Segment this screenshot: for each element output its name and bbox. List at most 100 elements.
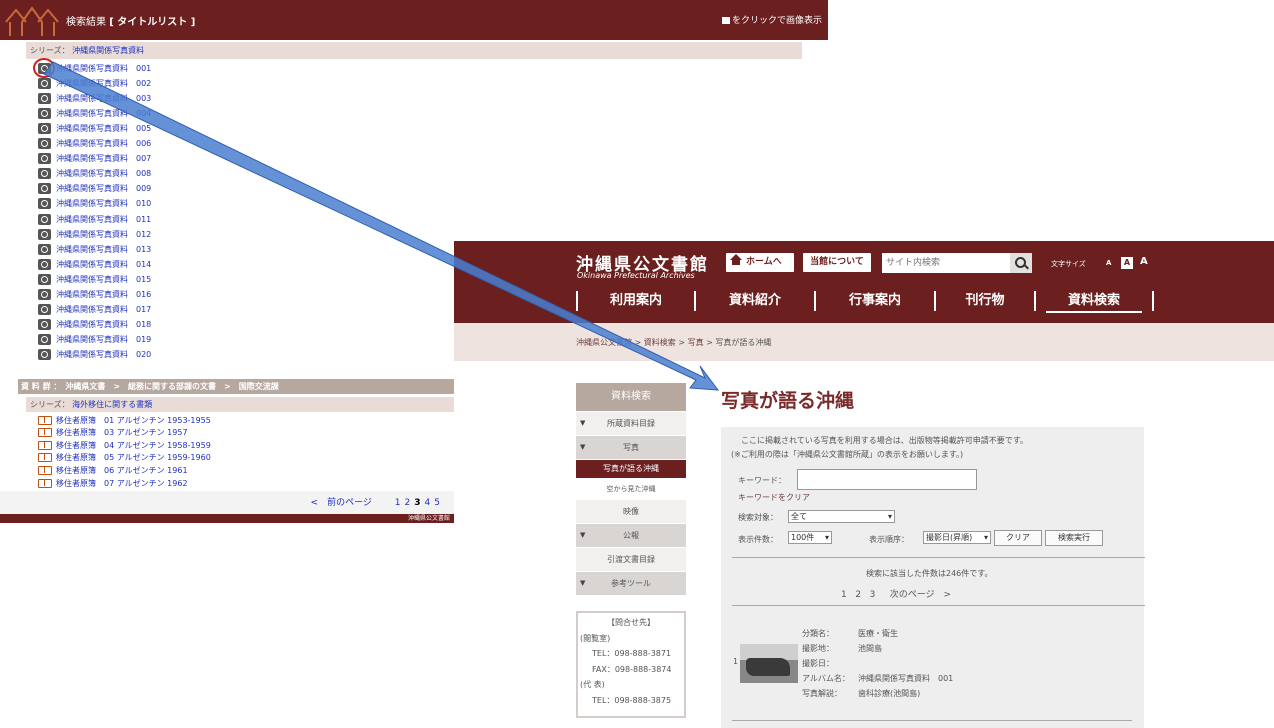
photo-title-link[interactable]: 沖縄県関係写真資料 002 xyxy=(56,78,151,89)
camera-icon[interactable] xyxy=(38,168,51,180)
photo-list-item[interactable]: 沖縄県関係写真資料 004 xyxy=(38,106,151,121)
photo-list-item[interactable]: 沖縄県関係写真資料 016 xyxy=(38,287,151,302)
side-item-catalog[interactable]: ▼ 所蔵資料目録 xyxy=(576,412,686,435)
camera-icon[interactable] xyxy=(38,333,51,345)
document-list-item[interactable]: 移住者原簿 06 アルゼンチン 1961 xyxy=(38,464,188,476)
document-title-link[interactable]: 移住者原簿 05 アルゼンチン 1959-1960 xyxy=(56,452,211,463)
side-item-aerial[interactable]: 空から見た沖縄 xyxy=(576,479,686,499)
photo-title-link[interactable]: 沖縄県関係写真資料 017 xyxy=(56,304,151,315)
camera-icon[interactable] xyxy=(38,138,51,150)
camera-icon[interactable] xyxy=(38,243,51,255)
document-title-link[interactable]: 移住者原簿 06 アルゼンチン 1961 xyxy=(56,465,188,476)
camera-icon[interactable] xyxy=(38,153,51,165)
photo-title-link[interactable]: 沖縄県関係写真資料 003 xyxy=(56,93,151,104)
photo-title-link[interactable]: 沖縄県関係写真資料 013 xyxy=(56,244,151,255)
side-item-video[interactable]: 映像 xyxy=(576,500,686,523)
camera-icon[interactable] xyxy=(38,288,51,300)
photo-list-item[interactable]: 沖縄県関係写真資料 005 xyxy=(38,121,151,136)
gnav-materials[interactable]: 資料紹介 xyxy=(694,291,814,311)
photo-list-item[interactable]: 沖縄県関係写真資料 015 xyxy=(38,272,151,287)
photo-list-item[interactable]: 沖縄県関係写真資料 013 xyxy=(38,242,151,257)
photo-title-link[interactable]: 沖縄県関係写真資料 006 xyxy=(56,138,151,149)
photo-title-link[interactable]: 沖縄県関係写真資料 016 xyxy=(56,289,151,300)
photo-list-item[interactable]: 沖縄県関係写真資料 012 xyxy=(38,227,151,242)
side-item-gazette[interactable]: ▼ 公報 xyxy=(576,524,686,547)
target-select[interactable]: 全て xyxy=(788,510,895,523)
photo-title-link[interactable]: 沖縄県関係写真資料 011 xyxy=(56,214,151,225)
camera-icon[interactable] xyxy=(38,108,51,120)
side-item-photo-okinawa[interactable]: 写真が語る沖縄 xyxy=(576,460,686,478)
photo-title-link[interactable]: 沖縄県関係写真資料 015 xyxy=(56,274,151,285)
gnav-publications[interactable]: 刊行物 xyxy=(934,291,1034,311)
page-number-link[interactable]: 5 xyxy=(434,498,440,508)
photo-title-link[interactable]: 沖縄県関係写真資料 008 xyxy=(56,168,151,179)
clear-button[interactable]: クリア xyxy=(994,530,1042,546)
photo-title-link[interactable]: 沖縄県関係写真資料 012 xyxy=(56,229,151,240)
document-title-link[interactable]: 移住者原簿 01 アルゼンチン 1953-1955 xyxy=(56,415,211,426)
side-item-tools[interactable]: ▼ 参考ツール xyxy=(576,572,686,595)
result-page-3[interactable]: 3 xyxy=(870,590,876,600)
camera-icon[interactable] xyxy=(38,213,51,225)
gnav-events[interactable]: 行事案内 xyxy=(814,291,934,311)
home-button[interactable]: ホームへ xyxy=(726,253,794,272)
photo-list-item[interactable]: 沖縄県関係写真資料 019 xyxy=(38,332,151,347)
count-select[interactable]: 100件 xyxy=(788,531,832,544)
document-list-item[interactable]: 移住者原簿 04 アルゼンチン 1958-1959 xyxy=(38,439,211,451)
page-number-link[interactable]: 2 xyxy=(405,498,411,508)
camera-icon[interactable] xyxy=(38,198,51,210)
document-list-item[interactable]: 移住者原簿 07 アルゼンチン 1962 xyxy=(38,477,188,489)
camera-icon[interactable] xyxy=(38,273,51,285)
photo-list-item[interactable]: 沖縄県関係写真資料 014 xyxy=(38,257,151,272)
gnav-search[interactable]: 資料検索 xyxy=(1034,291,1154,313)
photo-title-link[interactable]: 沖縄県関係写真資料 007 xyxy=(56,153,151,164)
photo-title-link[interactable]: 沖縄県関係写真資料 001 xyxy=(56,63,151,74)
camera-icon[interactable] xyxy=(38,78,51,90)
document-title-link[interactable]: 移住者原簿 03 アルゼンチン 1957 xyxy=(56,427,188,438)
page-number-link[interactable]: 3 xyxy=(414,498,420,508)
site-search-input[interactable] xyxy=(882,253,1010,273)
breadcrumb-photo[interactable]: 写真 xyxy=(688,338,704,347)
photo-list-item[interactable]: 沖縄県関係写真資料 007 xyxy=(38,151,151,166)
breadcrumb-search[interactable]: 資料検索 xyxy=(644,338,676,347)
photo-title-link[interactable]: 沖縄県関係写真資料 010 xyxy=(56,198,151,209)
series-link[interactable]: 沖縄県関係写真資料 xyxy=(72,46,144,55)
photo-title-link[interactable]: 沖縄県関係写真資料 018 xyxy=(56,319,151,330)
document-title-link[interactable]: 移住者原簿 07 アルゼンチン 1962 xyxy=(56,478,188,489)
photo-list-item[interactable]: 沖縄県関係写真資料 010 xyxy=(38,196,151,211)
document-title-link[interactable]: 移住者原簿 04 アルゼンチン 1958-1959 xyxy=(56,440,211,451)
document-list-item[interactable]: 移住者原簿 01 アルゼンチン 1953-1955 xyxy=(38,414,211,426)
font-size-small[interactable]: A xyxy=(1106,259,1111,267)
camera-icon[interactable] xyxy=(38,318,51,330)
result-page-2[interactable]: 2 xyxy=(855,590,861,600)
photo-list-item[interactable]: 沖縄県関係写真資料 002 xyxy=(38,76,151,91)
gnav-guide[interactable]: 利用案内 xyxy=(576,291,694,311)
photo-title-link[interactable]: 沖縄県関係写真資料 005 xyxy=(56,123,151,134)
photo-title-link[interactable]: 沖縄県関係写真資料 009 xyxy=(56,183,151,194)
next-page-link[interactable]: 次のページ > xyxy=(890,590,951,600)
document-list-item[interactable]: 移住者原簿 03 アルゼンチン 1957 xyxy=(38,427,188,439)
camera-icon[interactable] xyxy=(38,348,51,360)
photo-list-item[interactable]: 沖縄県関係写真資料 011 xyxy=(38,212,151,227)
photo-list-item[interactable]: 沖縄県関係写真資料 009 xyxy=(38,181,151,196)
document-list-item[interactable]: 移住者原簿 05 アルゼンチン 1959-1960 xyxy=(38,452,211,464)
camera-icon[interactable] xyxy=(38,258,51,270)
keyword-clear-link[interactable]: キーワードをクリア xyxy=(738,492,810,503)
side-item-photo[interactable]: ▼ 写真 xyxy=(576,436,686,459)
camera-icon[interactable] xyxy=(38,93,51,105)
camera-icon[interactable] xyxy=(38,183,51,195)
search-execute-button[interactable]: 検索実行 xyxy=(1045,530,1103,546)
page-number-link[interactable]: 1 xyxy=(395,498,401,508)
photo-list-item[interactable]: 沖縄県関係写真資料 017 xyxy=(38,302,151,317)
about-button[interactable]: 当館について xyxy=(803,253,871,272)
photo-list-item[interactable]: 沖縄県関係写真資料 020 xyxy=(38,347,151,362)
order-select[interactable]: 撮影日(昇順) xyxy=(923,531,991,544)
camera-icon[interactable] xyxy=(38,123,51,135)
search-icon[interactable] xyxy=(1010,253,1032,273)
photo-list-item[interactable]: 沖縄県関係写真資料 006 xyxy=(38,136,151,151)
photo-title-link[interactable]: 沖縄県関係写真資料 019 xyxy=(56,334,151,345)
page-number-link[interactable]: 4 xyxy=(425,498,431,508)
camera-icon[interactable] xyxy=(38,303,51,315)
font-size-large[interactable]: A xyxy=(1140,256,1148,267)
camera-icon[interactable] xyxy=(38,228,51,240)
side-item-transfer[interactable]: 引渡文書目録 xyxy=(576,548,686,571)
